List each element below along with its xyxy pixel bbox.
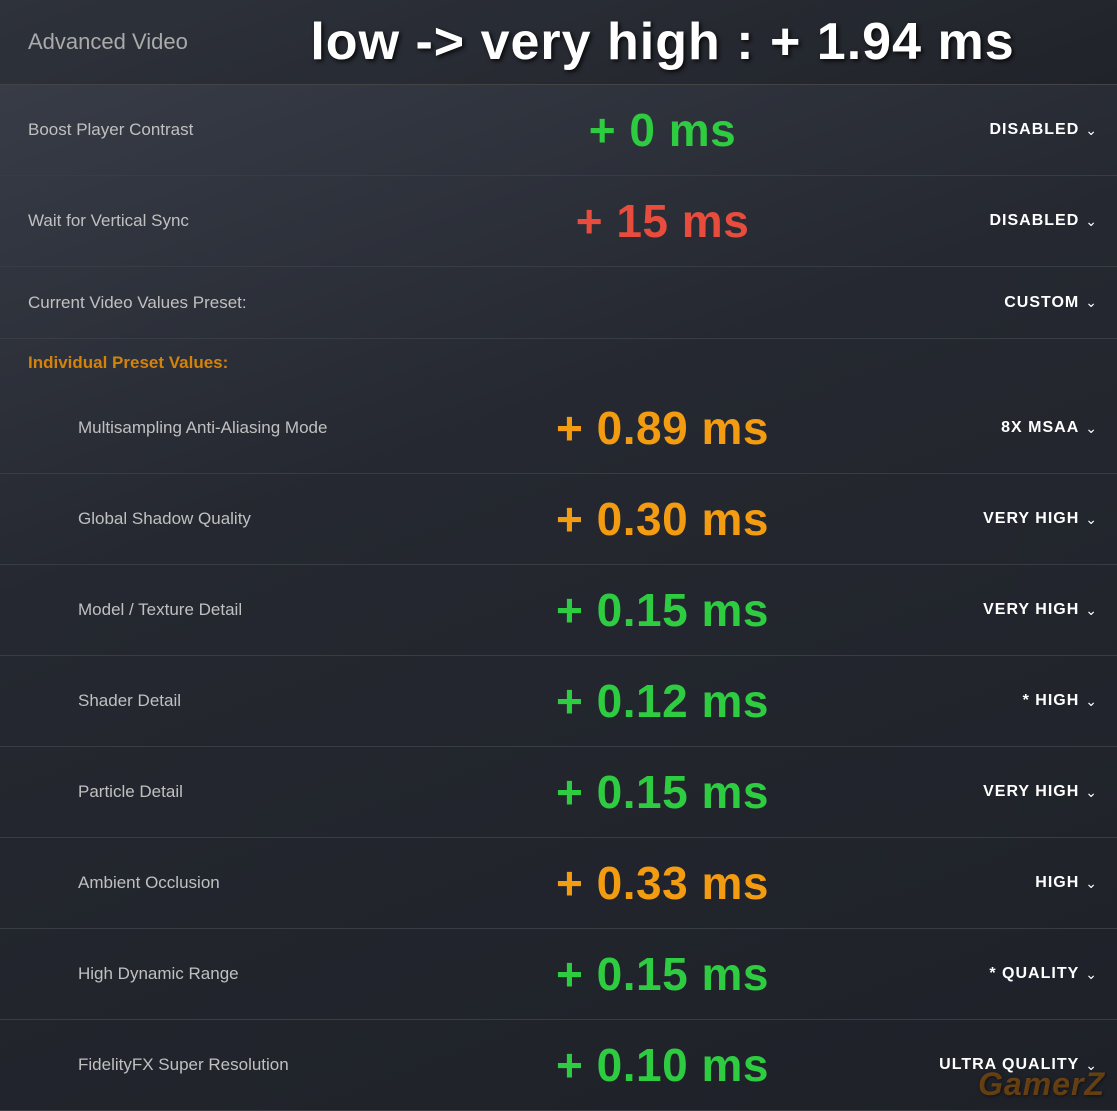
texture-detail-value: VERY HIGH <box>983 601 1079 619</box>
vertical-sync-value: DISABLED <box>989 212 1079 230</box>
texture-detail-label: Model / Texture Detail <box>28 600 408 620</box>
preset-label: Current Video Values Preset: <box>28 293 1004 313</box>
vertical-sync-chevron[interactable]: ⌄ <box>1085 213 1097 230</box>
ambient-occlusion-value: HIGH <box>1035 874 1079 892</box>
boost-player-contrast-chevron[interactable]: ⌄ <box>1085 122 1097 139</box>
shadow-quality-row: Global Shadow Quality + 0.30 ms VERY HIG… <box>0 474 1117 565</box>
shader-detail-value: * HIGH <box>1023 692 1080 710</box>
shader-detail-label: Shader Detail <box>28 691 408 711</box>
particle-detail-value: VERY HIGH <box>983 783 1079 801</box>
header: Advanced Video low -> very high : + 1.94… <box>0 0 1117 85</box>
watermark: GamerZ <box>978 1066 1105 1103</box>
vertical-sync-setting[interactable]: DISABLED ⌄ <box>917 212 1097 230</box>
msaa-label: Multisampling Anti-Aliasing Mode <box>28 418 408 438</box>
msaa-chevron[interactable]: ⌄ <box>1085 420 1097 437</box>
ambient-occlusion-label: Ambient Occlusion <box>28 873 408 893</box>
texture-detail-setting[interactable]: VERY HIGH ⌄ <box>917 601 1097 619</box>
texture-detail-row: Model / Texture Detail + 0.15 ms VERY HI… <box>0 565 1117 656</box>
shader-detail-row: Shader Detail + 0.12 ms * HIGH ⌄ <box>0 656 1117 747</box>
section-title: Advanced Video <box>28 29 228 55</box>
fidelityfx-ms: + 0.10 ms <box>408 1038 917 1092</box>
msaa-setting[interactable]: 8X MSAA ⌄ <box>917 419 1097 437</box>
shadow-quality-chevron[interactable]: ⌄ <box>1085 511 1097 528</box>
hdr-ms: + 0.15 ms <box>408 947 917 1001</box>
preset-setting[interactable]: CUSTOM ⌄ <box>1004 294 1097 312</box>
preset-value: CUSTOM <box>1004 294 1079 312</box>
boost-player-contrast-setting[interactable]: DISABLED ⌄ <box>917 121 1097 139</box>
section-header-text: Individual Preset Values: <box>28 353 228 372</box>
texture-detail-chevron[interactable]: ⌄ <box>1085 602 1097 619</box>
preset-row: Current Video Values Preset: CUSTOM ⌄ <box>0 267 1117 339</box>
shadow-quality-setting[interactable]: VERY HIGH ⌄ <box>917 510 1097 528</box>
shader-detail-chevron[interactable]: ⌄ <box>1085 693 1097 710</box>
vertical-sync-label: Wait for Vertical Sync <box>28 211 408 231</box>
fidelityfx-label: FidelityFX Super Resolution <box>28 1055 408 1075</box>
hdr-value: * QUALITY <box>989 965 1079 983</box>
watermark-text: GamerZ <box>978 1066 1105 1102</box>
shadow-quality-value: VERY HIGH <box>983 510 1079 528</box>
page-wrapper: Advanced Video low -> very high : + 1.94… <box>0 0 1117 1111</box>
boost-player-contrast-label: Boost Player Contrast <box>28 120 408 140</box>
header-value: low -> very high : + 1.94 ms <box>228 12 1097 72</box>
boost-player-contrast-value: DISABLED <box>989 121 1079 139</box>
hdr-setting[interactable]: * QUALITY ⌄ <box>917 965 1097 983</box>
preset-chevron[interactable]: ⌄ <box>1085 294 1097 311</box>
vertical-sync-ms: + 15 ms <box>408 194 917 248</box>
shadow-quality-label: Global Shadow Quality <box>28 509 408 529</box>
particle-detail-row: Particle Detail + 0.15 ms VERY HIGH ⌄ <box>0 747 1117 838</box>
ambient-occlusion-chevron[interactable]: ⌄ <box>1085 875 1097 892</box>
texture-detail-ms: + 0.15 ms <box>408 583 917 637</box>
particle-detail-setting[interactable]: VERY HIGH ⌄ <box>917 783 1097 801</box>
fidelityfx-row: FidelityFX Super Resolution + 0.10 ms UL… <box>0 1020 1117 1111</box>
msaa-row: Multisampling Anti-Aliasing Mode + 0.89 … <box>0 383 1117 474</box>
section-header: Individual Preset Values: <box>0 339 1117 383</box>
msaa-value: 8X MSAA <box>1001 419 1079 437</box>
shader-detail-setting[interactable]: * HIGH ⌄ <box>917 692 1097 710</box>
hdr-label: High Dynamic Range <box>28 964 408 984</box>
shader-detail-ms: + 0.12 ms <box>408 674 917 728</box>
particle-detail-ms: + 0.15 ms <box>408 765 917 819</box>
hdr-row: High Dynamic Range + 0.15 ms * QUALITY ⌄ <box>0 929 1117 1020</box>
vertical-sync-row: Wait for Vertical Sync + 15 ms DISABLED … <box>0 176 1117 267</box>
msaa-ms: + 0.89 ms <box>408 401 917 455</box>
hdr-chevron[interactable]: ⌄ <box>1085 966 1097 983</box>
particle-detail-label: Particle Detail <box>28 782 408 802</box>
ambient-occlusion-setting[interactable]: HIGH ⌄ <box>917 874 1097 892</box>
boost-player-contrast-row: Boost Player Contrast + 0 ms DISABLED ⌄ <box>0 85 1117 176</box>
boost-player-contrast-ms: + 0 ms <box>408 103 917 157</box>
particle-detail-chevron[interactable]: ⌄ <box>1085 784 1097 801</box>
ambient-occlusion-row: Ambient Occlusion + 0.33 ms HIGH ⌄ <box>0 838 1117 929</box>
shadow-quality-ms: + 0.30 ms <box>408 492 917 546</box>
ambient-occlusion-ms: + 0.33 ms <box>408 856 917 910</box>
